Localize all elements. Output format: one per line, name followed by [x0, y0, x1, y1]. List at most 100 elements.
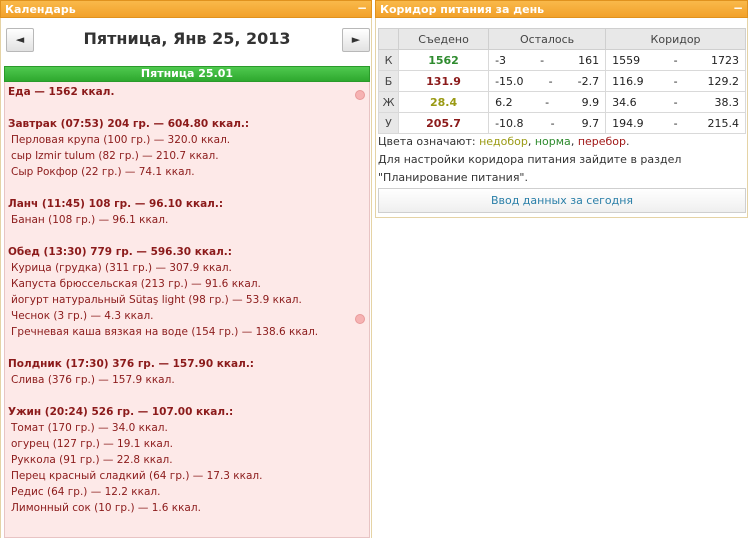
- left-min: -3: [495, 53, 507, 67]
- left-range: -3 - 161: [488, 49, 607, 71]
- corridor-max: 1723: [711, 53, 739, 67]
- range-dash: -: [540, 53, 545, 67]
- calendar-panel: ◄ Пятница, Янв 25, 2013 ► Пятница 25.01 …: [0, 18, 372, 538]
- date-title: Пятница, Янв 25, 2013: [83, 29, 291, 48]
- list-item: Гречневая каша вязкая на воде (154 гр.) …: [11, 326, 319, 338]
- left-range: 6.2 - 9.9: [488, 91, 607, 113]
- corridor-min: 34.6: [612, 95, 637, 109]
- day-log: Еда — 1562 ккал. Завтрак (07:53) 204 гр.…: [4, 82, 370, 538]
- eaten-value: 1562: [397, 49, 490, 71]
- apple-icon[interactable]: [355, 314, 365, 324]
- list-item: Редис (64 гр.) — 12.2 ккал.: [11, 486, 161, 498]
- color-legend: Цвета означают: недобор, норма, перебор.…: [378, 133, 746, 187]
- legend-comma: ,: [527, 135, 532, 148]
- calendar-panel-title: Календарь: [5, 3, 76, 16]
- list-item: Сыр Рокфор (22 гр.) — 74.1 ккал.: [11, 166, 195, 178]
- arrow-right-icon: ►: [351, 33, 361, 46]
- column-header-corridor: Коридор: [605, 28, 746, 50]
- corridor-panel-header: Коридор питания за день −: [375, 0, 748, 18]
- corridor-min: 194.9: [612, 116, 644, 130]
- range-dash: -: [673, 53, 678, 67]
- table-row: К 1562 -3 - 161 1559 - 1723: [378, 49, 746, 71]
- corridor-min: 116.9: [612, 74, 644, 88]
- list-item: Перловая крупа (100 гр.) — 320.0 ккал.: [11, 134, 231, 146]
- corridor-panel: Съедено Осталось Коридор К 1562 -3 - 161 1…: [375, 18, 748, 218]
- table-row: Ж 28.4 6.2 - 9.9 34.6 - 38.3: [378, 91, 746, 113]
- range-dash: -: [550, 116, 555, 130]
- list-item: сыр Izmir tulum (82 гр.) — 210.7 ккал.: [11, 150, 219, 162]
- list-item: Банан (108 гр.) — 96.1 ккал.: [11, 214, 169, 226]
- left-max: 9.7: [581, 116, 600, 130]
- eaten-value: 28.4: [397, 91, 490, 113]
- corridor-range: 116.9 - 129.2: [605, 70, 746, 92]
- legend-line: Цвета означают: недобор, норма, перебор.: [378, 133, 746, 151]
- legend-norm: норма: [534, 135, 571, 148]
- list-item: йогурт натуральный Sütaş light (98 гр.) …: [11, 294, 302, 306]
- table-row: Б 131.9 -15.0 - -2.7 116.9 - 129.2: [378, 70, 746, 92]
- list-item: Перец красный сладкий (64 гр.) — 17.3 кк…: [11, 470, 263, 482]
- left-range: -10.8 - 9.7: [488, 112, 607, 134]
- range-dash: -: [673, 116, 678, 130]
- range-dash: -: [548, 74, 553, 88]
- arrow-left-icon: ◄: [15, 33, 25, 46]
- corridor-panel-title: Коридор питания за день: [380, 3, 545, 16]
- legend-prefix: Цвета означают:: [378, 135, 476, 148]
- list-item: огурец (127 гр.) — 19.1 ккал.: [11, 438, 173, 450]
- list-item: Руккола (91 гр.) — 22.8 ккал.: [11, 454, 173, 466]
- range-dash: -: [673, 74, 678, 88]
- hint-line-2[interactable]: "Планирование питания".: [378, 169, 746, 187]
- column-header-eaten: Съедено: [397, 28, 490, 50]
- corridor-min: 1559: [612, 53, 641, 67]
- next-day-button[interactable]: ►: [342, 28, 370, 52]
- row-label-carbs: У: [378, 112, 399, 134]
- minimize-icon[interactable]: −: [357, 2, 367, 14]
- corridor-max: 129.2: [707, 74, 740, 88]
- list-item: Слива (376 гр.) — 157.9 ккал.: [11, 374, 175, 386]
- list-item: Томат (170 гр.) — 34.0 ккал.: [11, 422, 168, 434]
- range-dash: -: [673, 95, 678, 109]
- column-header-left: Осталось: [488, 28, 607, 50]
- legend-comma: ,: [570, 135, 575, 148]
- range-dash: -: [545, 95, 550, 109]
- left-max: 9.9: [581, 95, 600, 109]
- column-header-blank: [378, 28, 399, 50]
- total-calories: Еда — 1562 ккал.: [8, 86, 115, 98]
- left-min: -15.0: [495, 74, 524, 88]
- prev-day-button[interactable]: ◄: [6, 28, 34, 52]
- minimize-icon[interactable]: −: [733, 2, 743, 14]
- day-bar[interactable]: Пятница 25.01: [4, 66, 370, 82]
- left-max: -2.7: [577, 74, 600, 88]
- corridor-range: 1559 - 1723: [605, 49, 746, 71]
- left-min: -10.8: [495, 116, 524, 130]
- meal-title-dinner: Обед (13:30) 779 гр. — 596.30 ккал.:: [8, 246, 232, 258]
- meal-title-snack: Полдник (17:30) 376 гр. — 157.90 ккал.:: [8, 358, 255, 370]
- corridor-range: 194.9 - 215.4: [605, 112, 746, 134]
- list-item: Капуста брюссельская (213 гр.) — 91.6 кк…: [11, 278, 261, 290]
- left-range: -15.0 - -2.7: [488, 70, 607, 92]
- meal-title-supper: Ужин (20:24) 526 гр. — 107.00 ккал.:: [8, 406, 234, 418]
- eaten-value: 131.9: [397, 70, 490, 92]
- legend-dot: .: [626, 135, 630, 148]
- table-header-row: Съедено Осталось Коридор: [378, 28, 746, 50]
- calendar-panel-header: Календарь −: [0, 0, 372, 18]
- corridor-max: 38.3: [714, 95, 740, 109]
- legend-over: перебор: [577, 135, 627, 148]
- hint-line-1: Для настройки коридора питания зайдите в…: [378, 153, 682, 166]
- row-label-fat: Ж: [378, 91, 399, 113]
- corridor-range: 34.6 - 38.3: [605, 91, 746, 113]
- enter-today-button[interactable]: Ввод данных за сегодня: [378, 188, 746, 213]
- table-row: У 205.7 -10.8 - 9.7 194.9 - 215.4: [378, 112, 746, 134]
- apple-icon[interactable]: [355, 90, 365, 100]
- meal-title-lunch: Ланч (11:45) 108 гр. — 96.10 ккал.:: [8, 198, 224, 210]
- eaten-value: 205.7: [397, 112, 490, 134]
- left-min: 6.2: [495, 95, 513, 109]
- row-label-calories: К: [378, 49, 399, 71]
- nutrition-table: Съедено Осталось Коридор К 1562 -3 - 161 1…: [378, 28, 746, 134]
- left-max: 161: [578, 53, 600, 67]
- meal-title-breakfast: Завтрак (07:53) 204 гр. — 604.80 ккал.:: [8, 118, 250, 130]
- legend-under: недобор: [479, 135, 528, 148]
- list-item: Чеснок (3 гр.) — 4.3 ккал.: [11, 310, 154, 322]
- list-item: Курица (грудка) (311 гр.) — 307.9 ккал.: [11, 262, 232, 274]
- row-label-protein: Б: [378, 70, 399, 92]
- list-item: Лимонный сок (10 гр.) — 1.6 ккал.: [11, 502, 201, 514]
